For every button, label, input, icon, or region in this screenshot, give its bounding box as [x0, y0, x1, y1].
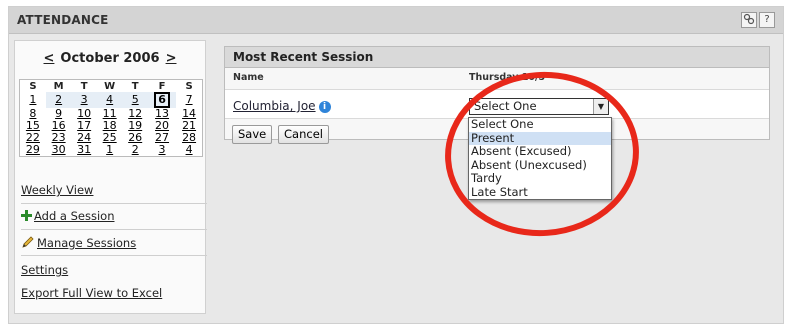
- add-session-link[interactable]: Add a Session: [34, 209, 115, 223]
- panel-title: ATTENDANCE: [17, 13, 109, 27]
- calendar-day[interactable]: 31: [71, 144, 97, 157]
- settings-icon[interactable]: [741, 12, 757, 28]
- calendar-day-number[interactable]: 4: [106, 93, 113, 106]
- calendar-day[interactable]: 4: [176, 144, 202, 157]
- calendar-day[interactable]: 2: [122, 144, 148, 157]
- divider: [21, 203, 207, 204]
- calendar-day-number[interactable]: 4: [186, 143, 193, 156]
- calendar-week: 1 2 3 4 5 6 7: [20, 92, 203, 108]
- dropdown-option[interactable]: Late Start: [469, 185, 611, 200]
- nav-settings[interactable]: Settings: [21, 263, 201, 277]
- prev-month-link[interactable]: <: [44, 51, 55, 66]
- weekday-label: S: [29, 80, 37, 92]
- attendance-options-list[interactable]: Select One Present Absent (Excused) Absent …: [468, 117, 612, 200]
- dropdown-option[interactable]: Present: [469, 131, 611, 145]
- calendar-day-number[interactable]: 7: [186, 93, 193, 106]
- calendar-day[interactable]: 2: [45, 92, 72, 108]
- nav-add-session[interactable]: Add a Session: [21, 209, 201, 223]
- weekday-label: S: [185, 80, 193, 92]
- calendar-header: < October 2006 >: [15, 41, 205, 77]
- column-header-date: Thursday 10/5: [469, 72, 546, 83]
- calendar-day[interactable]: 5: [122, 92, 148, 108]
- calendar-week: 29 30 31 1 2 3 4: [20, 144, 203, 157]
- calendar-day-number[interactable]: 3: [159, 143, 166, 156]
- select-value: Select One: [474, 99, 537, 113]
- header-icons: ?: [741, 12, 775, 28]
- calendar-title: < October 2006 >: [15, 51, 205, 66]
- weekday-label: F: [158, 80, 166, 92]
- pencil-icon: [21, 235, 35, 249]
- info-icon[interactable]: i: [318, 101, 331, 113]
- panel-header: ATTENDANCE ?: [9, 7, 783, 34]
- session-title-text: Most Recent Session: [233, 50, 374, 64]
- calendar-day[interactable]: 29: [20, 144, 46, 157]
- divider: [21, 229, 207, 230]
- cancel-button[interactable]: Cancel: [278, 125, 329, 144]
- weekday-label: T: [131, 80, 139, 92]
- calendar-month-label: October 2006: [60, 51, 160, 66]
- calendar-day-number[interactable]: 1: [106, 143, 113, 156]
- calendar-day[interactable]: 3: [148, 144, 176, 157]
- weekday-label: M: [53, 80, 64, 92]
- calendar-day[interactable]: 3: [71, 92, 97, 108]
- save-button[interactable]: Save: [232, 125, 273, 144]
- dropdown-option[interactable]: Tardy: [469, 171, 611, 186]
- calendar-day-number[interactable]: 2: [132, 143, 139, 156]
- session-title: Most Recent Session: [225, 47, 769, 68]
- sidebar: < October 2006 > SMTWTFS 1 2 3 4 5 6 7 8 9 10 11 12 13…: [14, 40, 207, 314]
- student-name[interactable]: Columbia, Joe: [233, 99, 316, 113]
- calendar-day-number[interactable]: 2: [55, 93, 62, 106]
- plus-icon: [21, 210, 32, 221]
- nav-export[interactable]: Export Full View to Excel: [21, 286, 201, 300]
- calendar-day-number[interactable]: 6: [154, 92, 170, 108]
- dropdown-option[interactable]: Absent (Unexcused): [469, 158, 611, 173]
- divider: [21, 255, 207, 256]
- weekday-label: W: [104, 80, 116, 92]
- calendar-day[interactable]: 7: [176, 92, 202, 108]
- calendar-day-number[interactable]: 1: [29, 93, 36, 106]
- calendar-grid: SMTWTFS 1 2 3 4 5 6 7 8 9 10 11 12 13 14 15 16 17 18 19 20 2…: [19, 79, 203, 157]
- calendar-day-number[interactable]: 30: [52, 143, 66, 156]
- help-icon[interactable]: ?: [759, 12, 775, 28]
- column-header-name: Name: [233, 72, 264, 83]
- calendar-day[interactable]: 6: [147, 92, 177, 108]
- attendance-select[interactable]: Select One ▼: [469, 98, 609, 115]
- student-name-link[interactable]: Columbia, Joe i: [233, 99, 331, 113]
- dropdown-arrow-icon[interactable]: ▼: [593, 99, 608, 114]
- calendar-day-number[interactable]: 3: [81, 93, 88, 106]
- nav-manage-sessions[interactable]: Manage Sessions: [21, 235, 201, 250]
- manage-sessions-link[interactable]: Manage Sessions: [37, 236, 136, 250]
- weekly-view-link[interactable]: Weekly View: [21, 183, 93, 197]
- calendar-day[interactable]: 4: [96, 92, 123, 108]
- nav-weekly-view[interactable]: Weekly View: [21, 183, 201, 197]
- dropdown-option[interactable]: Absent (Excused): [469, 144, 611, 159]
- calendar-day-number[interactable]: 31: [77, 143, 91, 156]
- calendar-day-number[interactable]: 5: [132, 93, 139, 106]
- calendar-day[interactable]: 30: [46, 144, 72, 157]
- export-excel-link[interactable]: Export Full View to Excel: [21, 286, 162, 300]
- settings-link[interactable]: Settings: [21, 263, 68, 277]
- calendar-day[interactable]: 1: [97, 144, 123, 157]
- calendar-day-number[interactable]: 29: [26, 143, 40, 156]
- dropdown-option[interactable]: Select One: [469, 117, 611, 132]
- calendar-day[interactable]: 1: [20, 92, 46, 108]
- next-month-link[interactable]: >: [166, 51, 177, 66]
- weekday-label: T: [80, 80, 88, 92]
